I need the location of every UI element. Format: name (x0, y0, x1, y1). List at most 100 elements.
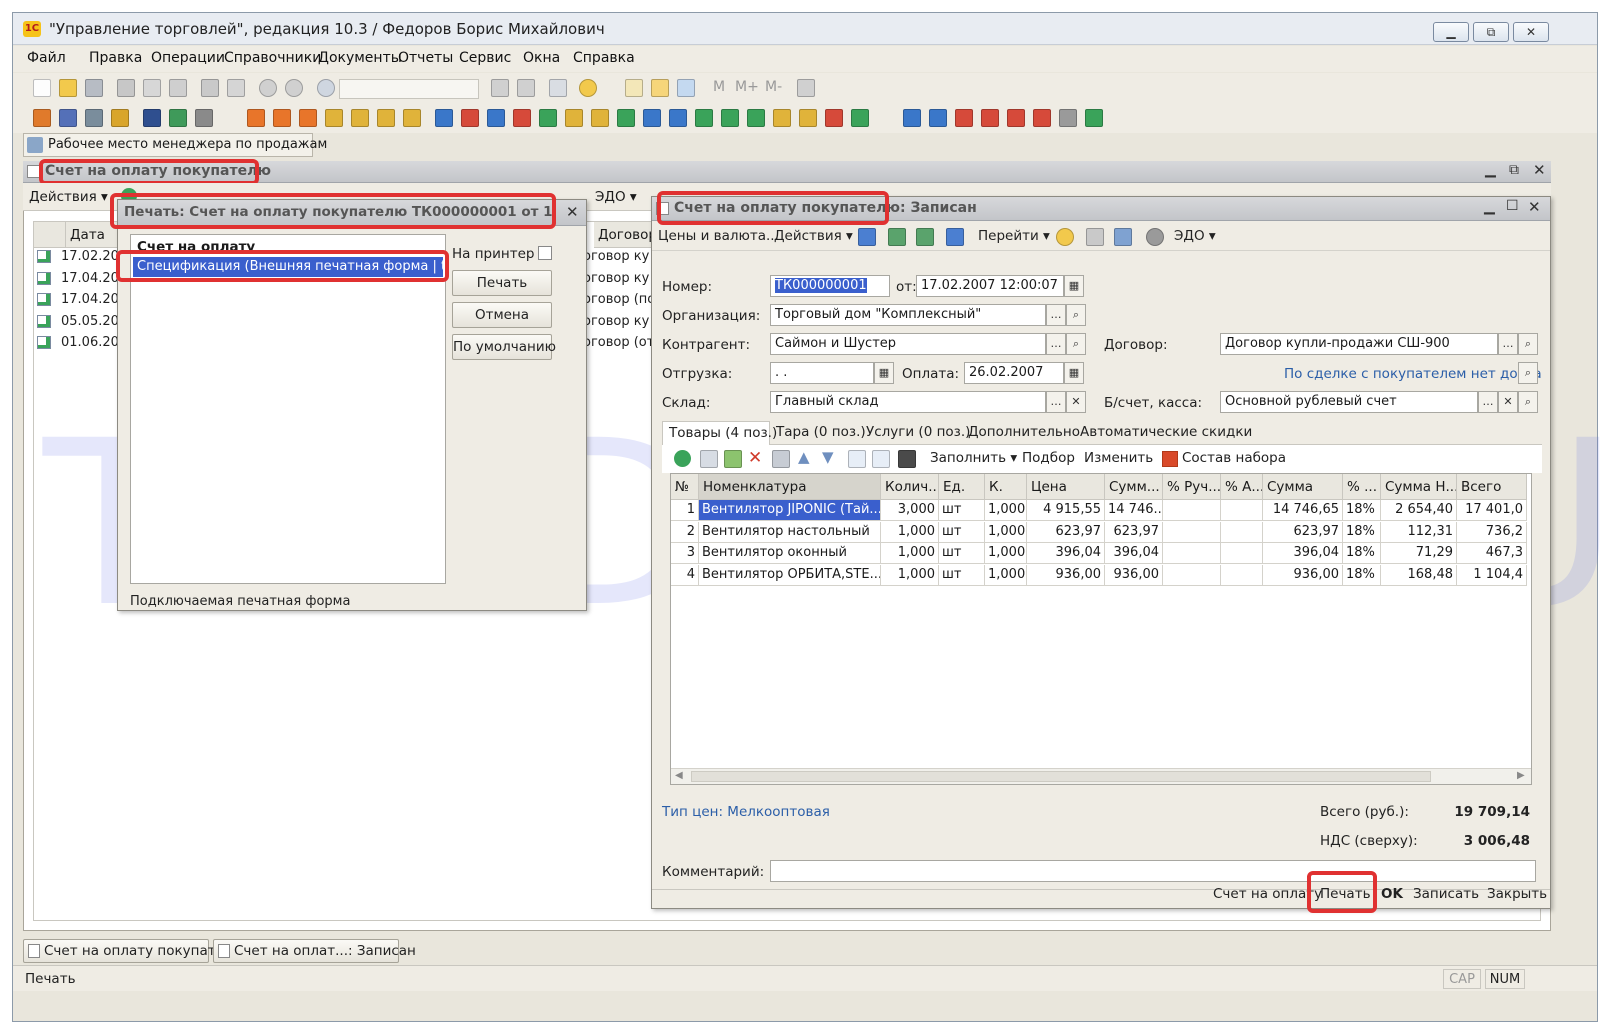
save-button[interactable]: Записать (1413, 886, 1479, 902)
list-row[interactable]: 17.04.20 (33, 269, 119, 289)
table-row[interactable]: 4 Вентилятор ОРБИТА,STE... 1,000 шт 1,000 936… (671, 564, 1531, 586)
paste-icon[interactable] (169, 79, 187, 97)
fill-menu[interactable]: Заполнить ▾ (930, 450, 1017, 466)
table-icon[interactable] (169, 109, 187, 127)
col-amount-header[interactable]: Сумма (1263, 474, 1343, 500)
contract-select-button[interactable]: … (1498, 333, 1518, 355)
add-goods-icon[interactable] (695, 109, 713, 127)
doc-minimize-button[interactable]: ▁ (1484, 199, 1495, 215)
windows-icon[interactable] (549, 79, 567, 97)
end-edit-icon[interactable] (772, 450, 790, 468)
sort-asc-icon[interactable] (848, 450, 866, 468)
contractor-select-button[interactable]: … (1046, 333, 1066, 355)
prices-currency-button[interactable]: Цены и валюта... (658, 228, 779, 244)
list-actions-menu[interactable]: Действия ▾ (29, 189, 108, 205)
tree-icon[interactable] (1114, 228, 1132, 246)
shipment-icon[interactable] (487, 109, 505, 127)
debt-link[interactable]: По сделке с покупателем нет долга (1284, 366, 1542, 382)
payment-field[interactable]: 26.02.2007 (964, 362, 1064, 384)
calendar-icon[interactable] (651, 79, 669, 97)
account-field[interactable]: Основной рублевый счет (1220, 391, 1478, 413)
prices-icon[interactable] (403, 109, 421, 127)
book-icon[interactable] (851, 109, 869, 127)
col-unit-header[interactable]: Ед. (939, 474, 985, 500)
restore-button[interactable]: ⧉ (1473, 22, 1509, 42)
move-up-icon[interactable]: ▲ (798, 448, 810, 466)
menu-documents[interactable]: Документы (318, 50, 402, 66)
print-dialog-close-button[interactable]: ✕ (566, 203, 579, 221)
organization-field[interactable]: Торговый дом "Комплексный" (770, 304, 1046, 326)
workplace-button[interactable]: Рабочее место менеджера по продажам (23, 133, 327, 157)
find-next-icon[interactable] (491, 79, 509, 97)
help-icon[interactable] (1056, 228, 1074, 246)
doc-print-button[interactable]: Печать (1320, 886, 1371, 902)
search-input[interactable] (339, 79, 479, 99)
search-icon[interactable] (317, 79, 335, 97)
list-row[interactable]: 17.04.20 (33, 290, 119, 310)
doc-actions-menu[interactable]: Действия ▾ (774, 228, 853, 244)
to-printer-checkbox[interactable] (538, 246, 552, 260)
invoice-print-button[interactable]: Счет на оплату (1213, 886, 1322, 902)
table-row[interactable]: 1 Вентилятор JIPONIC (Тай... 3,000 шт 1,000 4… (671, 500, 1531, 521)
structure-icon[interactable] (858, 228, 876, 246)
doc-maximize-button[interactable]: ☐ (1506, 198, 1519, 214)
team-icon[interactable] (929, 109, 947, 127)
price-type-link[interactable]: Тип цен: Мелкооптовая (662, 804, 830, 820)
warehouse-select-button[interactable]: … (1046, 391, 1066, 413)
cash-icon[interactable] (111, 109, 129, 127)
cancel-button[interactable]: Отмена (452, 302, 552, 328)
close-button[interactable]: ✕ (1513, 22, 1549, 42)
date-field[interactable]: 17.02.2007 12:00:07 (916, 275, 1064, 297)
tab-containers[interactable]: Тара (0 поз.) (776, 424, 866, 440)
shipment-calendar-icon[interactable]: ▦ (874, 362, 894, 384)
calculator-icon[interactable] (625, 79, 643, 97)
check-icon[interactable] (747, 109, 765, 127)
transfer-icon[interactable] (513, 109, 531, 127)
set-composition-button[interactable]: Состав набора (1182, 450, 1286, 466)
sort-desc-icon[interactable] (872, 450, 890, 468)
number-field[interactable]: ТК000000001 (770, 275, 890, 297)
open-folder-icon[interactable] (59, 79, 77, 97)
table-row[interactable]: 2 Вентилятор настольный 1,000 шт 1,000 623,97… (671, 521, 1531, 543)
redo-icon[interactable] (285, 79, 303, 97)
menu-reports[interactable]: Отчеты (398, 50, 453, 66)
account-select-button[interactable]: … (1478, 391, 1498, 413)
info-icon[interactable] (579, 79, 597, 97)
list-settings-icon[interactable] (1086, 228, 1104, 246)
memory-minus-button[interactable]: M- (765, 79, 782, 95)
list-row[interactable]: 17.02.20 (33, 247, 119, 267)
menu-windows[interactable]: Окна (523, 50, 560, 66)
doc-edo-menu[interactable]: ЭДО ▾ (1174, 228, 1216, 244)
comment-field[interactable] (770, 860, 1536, 882)
menu-help[interactable]: Справка (573, 50, 635, 66)
inventory-icon[interactable] (591, 109, 609, 127)
edit-icon[interactable] (195, 109, 213, 127)
bank-icon[interactable] (85, 109, 103, 127)
coins-icon[interactable] (773, 109, 791, 127)
table-row[interactable]: 3 Вентилятор оконный 1,000 шт 1,000 396,04 396… (671, 543, 1531, 564)
network-icon[interactable] (955, 109, 973, 127)
shipment-field[interactable]: . . (770, 362, 874, 384)
menu-operations[interactable]: Операции (151, 50, 225, 66)
taskbar-item-doc[interactable]: Счет на оплат...: Записан (213, 939, 416, 963)
list-icon[interactable] (1059, 109, 1077, 127)
doc-go-menu[interactable]: Перейти ▾ (978, 228, 1050, 244)
sum-plus-icon[interactable] (1033, 109, 1051, 127)
delete-row-icon[interactable]: ✕ (748, 448, 762, 468)
edit-row-icon[interactable] (724, 450, 742, 468)
barcode-icon[interactable] (898, 450, 916, 468)
contract-search-icon[interactable]: ⌕ (1518, 333, 1538, 355)
print-form-item-spec[interactable]: Спецификация (Внешняя печатная форма | t… (133, 257, 443, 277)
col-quantity-header[interactable]: Колич... (881, 474, 939, 500)
list-close-button[interactable]: ✕ (1533, 161, 1546, 179)
memory-button[interactable]: M (713, 79, 725, 95)
new-document-icon[interactable] (33, 79, 51, 97)
account-search-icon[interactable]: ⌕ (1518, 391, 1538, 413)
default-button[interactable]: По умолчанию (452, 334, 556, 360)
copy-icon[interactable] (143, 79, 161, 97)
receipt-icon[interactable] (435, 109, 453, 127)
warehouse-icon[interactable] (351, 109, 369, 127)
close-doc-button[interactable]: Закрыть (1487, 886, 1547, 902)
tab-goods[interactable]: Товары (4 поз.) (662, 421, 777, 445)
cancel-doc-icon[interactable] (825, 109, 843, 127)
